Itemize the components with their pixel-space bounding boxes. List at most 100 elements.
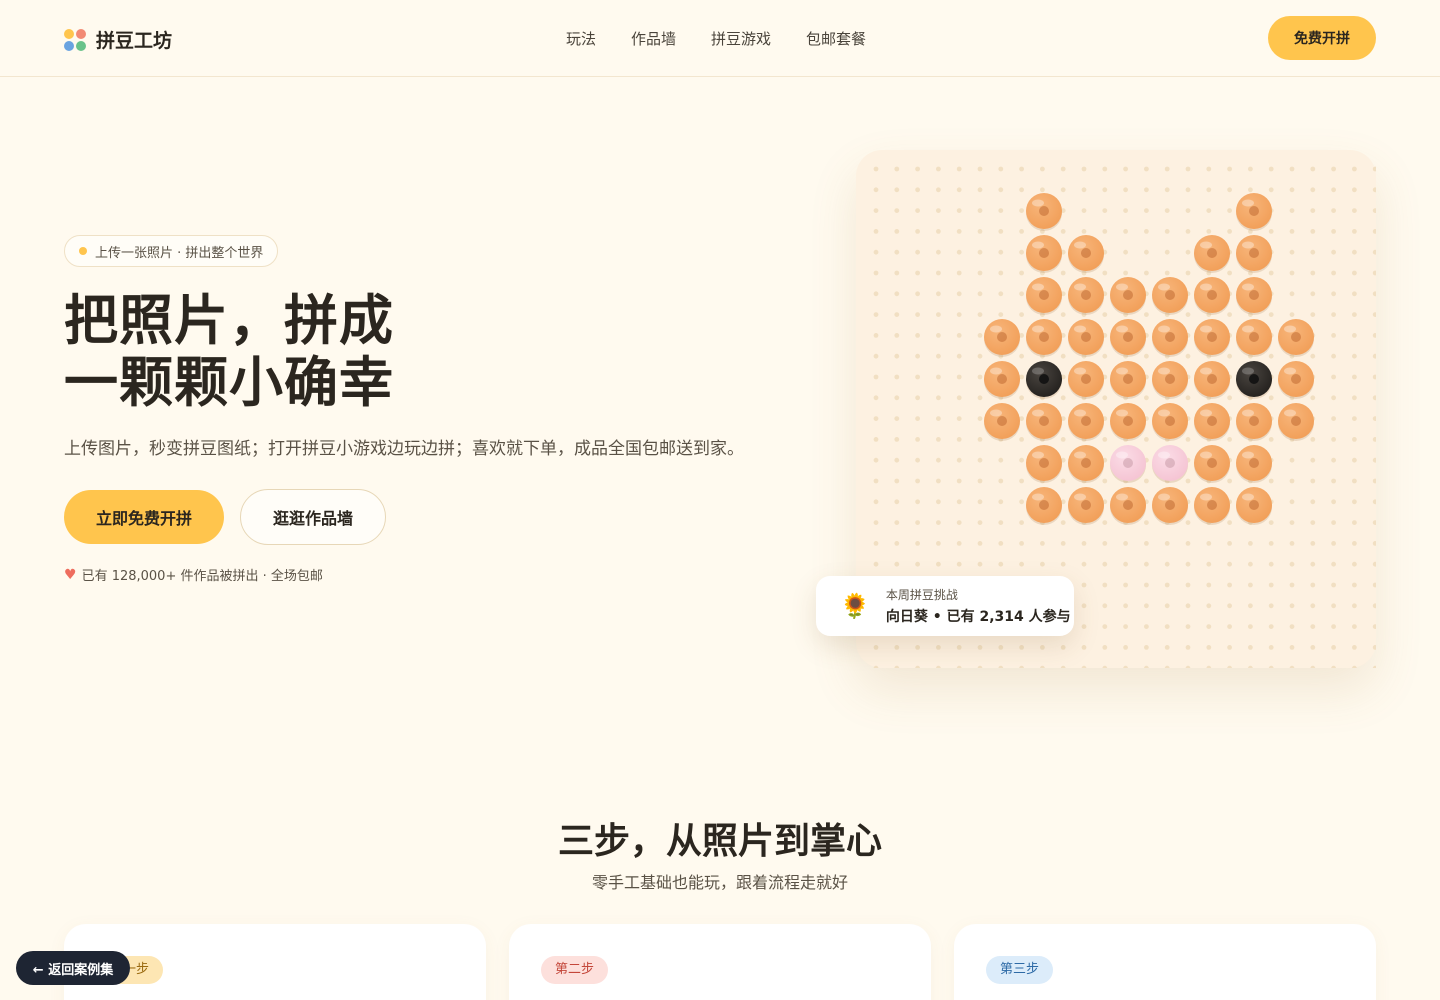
- peg-dot: [1123, 249, 1128, 255]
- bead: [1026, 403, 1062, 441]
- bead: [1068, 403, 1104, 441]
- peg-dot: [1019, 353, 1024, 359]
- bead: [1278, 361, 1314, 399]
- peg-dot: [998, 166, 1004, 172]
- bead: [1236, 403, 1272, 441]
- peg-dot: [915, 229, 920, 234]
- peg-dot: [1102, 208, 1108, 213]
- peg-dot: [1206, 645, 1212, 650]
- peg-dot: [1123, 541, 1128, 546]
- hero-subtitle: 上传图片，秒变拼豆图纸；打开拼豆小游戏边玩边拼；喜欢就下单，成品全国包邮送到家。: [64, 439, 744, 459]
- peg-dot: [1310, 291, 1316, 297]
- peg-dot: [1081, 187, 1087, 193]
- start-free-hero-button[interactable]: 立即免费开拼: [64, 490, 224, 544]
- peg-dot: [1102, 437, 1108, 442]
- steps-section-title: 三步，从照片到掌心: [557, 821, 882, 862]
- peg-dot: [1060, 561, 1066, 567]
- peg-dot: [1060, 437, 1066, 442]
- peg-dot: [1310, 208, 1316, 213]
- nav-link-gameplay[interactable]: 玩法: [566, 28, 596, 49]
- peg-dot: [873, 561, 879, 567]
- peg-dot: [1248, 624, 1253, 629]
- logo-dot: [64, 40, 74, 51]
- brand-logo[interactable]: 拼豆工坊: [64, 26, 172, 53]
- peg-dot: [1310, 582, 1316, 588]
- bead: [1152, 445, 1188, 483]
- peg-dot: [915, 665, 920, 668]
- peg-dot: [1268, 624, 1274, 629]
- peg-dot: [1310, 603, 1316, 609]
- peg-dot: [1372, 416, 1376, 421]
- browse-gallery-button[interactable]: 逛逛作品墙: [240, 489, 386, 545]
- peg-dot: [1289, 478, 1295, 484]
- weekly-challenge-card[interactable]: 🌻 本周拼豆挑战 向日葵 • 已有 2,314 人参与: [816, 576, 1074, 636]
- peg-dot: [1310, 520, 1316, 525]
- peg-dot: [1144, 166, 1149, 172]
- peg-dot: [977, 437, 983, 442]
- bead: [1194, 487, 1230, 525]
- bead: [1026, 277, 1062, 315]
- peg-dot: [977, 374, 983, 380]
- back-to-cases-button[interactable]: ← 返回案例集: [16, 951, 130, 985]
- bead: [1236, 361, 1272, 399]
- bead: [1194, 445, 1230, 483]
- peg-dot: [1019, 437, 1024, 442]
- logo-dots-icon: [64, 28, 86, 51]
- peg-dot: [1040, 665, 1045, 668]
- peg-dot: [1227, 187, 1232, 193]
- peg-dot: [1248, 166, 1253, 172]
- peg-dot: [1289, 187, 1295, 193]
- peg-dot: [936, 187, 941, 193]
- peg-dot: [936, 166, 941, 172]
- peg-dot: [1164, 645, 1170, 650]
- peg-dot: [1206, 582, 1212, 588]
- peg-dot: [1372, 353, 1376, 359]
- sunflower-icon: 🌻: [840, 592, 870, 620]
- peg-dot: [977, 478, 983, 484]
- peg-dot: [1019, 520, 1024, 525]
- peg-dot: [1227, 624, 1232, 629]
- peg-dot: [956, 312, 962, 317]
- peg-dot: [1164, 208, 1170, 213]
- peg-dot: [1185, 437, 1191, 442]
- peg-dot: [1081, 645, 1087, 650]
- peg-dot: [1060, 541, 1066, 546]
- peg-dot: [1185, 208, 1191, 213]
- peg-dot: [1164, 229, 1170, 234]
- peg-dot: [956, 374, 962, 380]
- nav-link-games[interactable]: 拼豆游戏: [711, 28, 771, 49]
- peg-dot: [1185, 665, 1191, 668]
- peg-dot: [1372, 437, 1376, 442]
- peg-dot: [1060, 166, 1066, 172]
- start-free-button[interactable]: 免费开拼: [1268, 16, 1376, 60]
- peg-dot: [1144, 437, 1149, 442]
- nav-link-gallery[interactable]: 作品墙: [631, 28, 676, 49]
- peg-dot: [1081, 166, 1087, 172]
- peg-dot: [1331, 582, 1336, 588]
- peg-dot: [936, 416, 941, 421]
- peg-dot: [998, 208, 1004, 213]
- peg-dot: [1372, 395, 1376, 401]
- peg-dot: [998, 645, 1004, 650]
- peg-dot: [1372, 333, 1376, 338]
- peg-dot: [1268, 312, 1274, 317]
- peg-dot: [1310, 645, 1316, 650]
- nav-link-shipping-bundles[interactable]: 包邮套餐: [806, 28, 866, 49]
- peg-dot: [956, 333, 962, 338]
- peg-dot: [1123, 603, 1128, 609]
- peg-dot: [873, 541, 879, 546]
- bead: [1194, 277, 1230, 315]
- peg-dot: [1331, 457, 1336, 463]
- peg-dot: [915, 312, 920, 317]
- peg-dot: [1081, 665, 1087, 668]
- peg-dot: [1289, 208, 1295, 213]
- peg-dot: [1310, 437, 1316, 442]
- step-card-2: 第二步: [509, 924, 931, 1000]
- peg-dot: [1372, 374, 1376, 380]
- peg-dot: [998, 499, 1004, 505]
- bead: [1110, 277, 1146, 315]
- peg-dot: [1164, 665, 1170, 668]
- peg-dot: [1310, 249, 1316, 255]
- bead: [1152, 277, 1188, 315]
- peg-dot: [1331, 520, 1336, 525]
